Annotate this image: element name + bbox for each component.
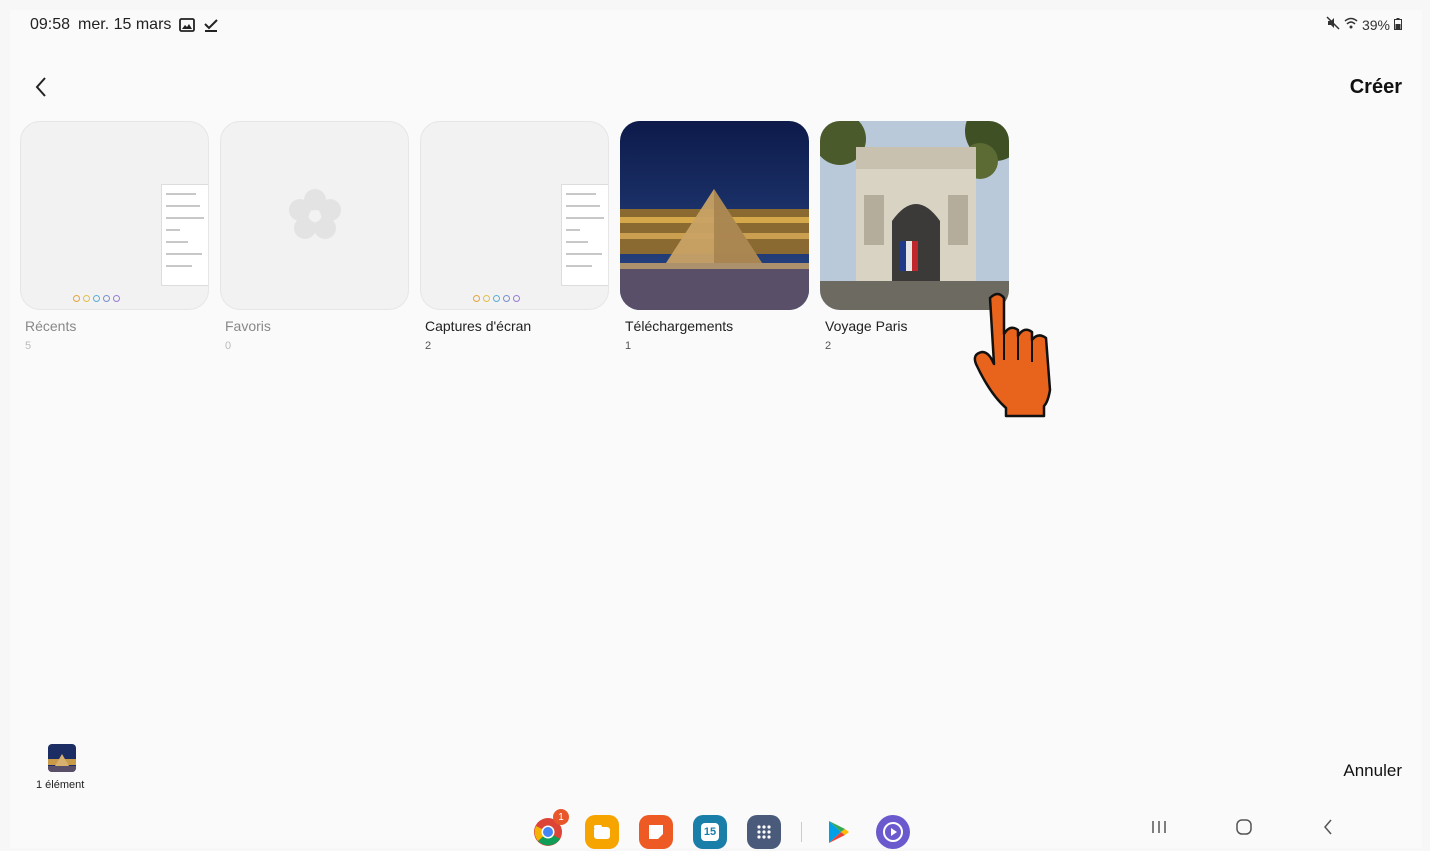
date: mer. 15 mars bbox=[78, 16, 172, 33]
home-icon bbox=[1236, 819, 1252, 835]
album-title: Favoris bbox=[225, 318, 271, 334]
selected-item-thumbnail[interactable] bbox=[48, 744, 76, 772]
notes-app-icon[interactable] bbox=[639, 815, 673, 849]
create-button[interactable]: Créer bbox=[1350, 76, 1402, 99]
back-button[interactable] bbox=[26, 72, 56, 102]
selection-count: 1 élément bbox=[36, 779, 85, 791]
screenshot-preview bbox=[561, 184, 608, 286]
screen: 09:58 mer. 15 mars 39% Créer Récents 5 F… bbox=[10, 10, 1422, 849]
album-thumbnail bbox=[620, 121, 809, 310]
clock: 09:58 bbox=[30, 16, 71, 33]
color-dots bbox=[73, 295, 120, 302]
gallery-notification-icon bbox=[179, 17, 196, 33]
album-title: Récents bbox=[25, 318, 77, 334]
album-thumbnail bbox=[20, 121, 209, 310]
flower-placeholder-icon bbox=[288, 188, 341, 239]
battery-icon bbox=[1394, 17, 1402, 33]
status-bar-left: 09:58 mer. 15 mars bbox=[30, 16, 219, 34]
back-nav-button[interactable] bbox=[1322, 818, 1334, 841]
wifi-icon bbox=[1344, 16, 1358, 33]
album-grid: Récents 5 Favoris 0 Captures d'écran 2 T… bbox=[20, 121, 1009, 352]
calendar-app-icon[interactable]: 15 bbox=[693, 815, 727, 849]
notification-badge: 1 bbox=[553, 809, 569, 825]
mute-icon bbox=[1326, 16, 1340, 33]
album-thumbnail bbox=[820, 121, 1009, 310]
pointing-hand-icon bbox=[968, 290, 1068, 420]
chrome-app-icon[interactable]: 1 bbox=[531, 809, 569, 849]
arc-de-triomphe-image bbox=[820, 121, 1009, 310]
dock-separator bbox=[801, 822, 802, 842]
chevron-left-icon bbox=[1324, 819, 1332, 835]
album-screenshots[interactable]: Captures d'écran 2 bbox=[420, 121, 609, 352]
album-favorites[interactable]: Favoris 0 bbox=[220, 121, 409, 352]
recent-apps-button[interactable] bbox=[1150, 818, 1168, 841]
album-title: Captures d'écran bbox=[425, 318, 532, 334]
play-store-icon[interactable] bbox=[822, 815, 856, 849]
album-count: 2 bbox=[425, 340, 432, 352]
calendar-day: 15 bbox=[701, 823, 719, 841]
download-done-icon bbox=[203, 17, 219, 33]
recents-icon bbox=[1152, 821, 1166, 833]
home-button[interactable] bbox=[1235, 818, 1253, 841]
cancel-button[interactable]: Annuler bbox=[1343, 761, 1402, 781]
album-recents[interactable]: Récents 5 bbox=[20, 121, 209, 352]
app-drawer-icon[interactable] bbox=[747, 815, 781, 849]
album-thumbnail bbox=[220, 121, 409, 310]
video-player-icon[interactable] bbox=[876, 815, 910, 849]
files-app-icon[interactable] bbox=[585, 815, 619, 849]
color-dots bbox=[473, 295, 520, 302]
battery-level: 39% bbox=[1361, 16, 1390, 33]
album-count: 5 bbox=[25, 340, 32, 352]
album-title: Téléchargements bbox=[625, 318, 734, 334]
louvre-pyramid-image bbox=[620, 121, 809, 310]
album-count: 0 bbox=[225, 340, 232, 352]
taskbar-dock: 1 15 bbox=[531, 809, 910, 849]
status-bar-right: 39% bbox=[1326, 16, 1402, 33]
album-thumbnail bbox=[420, 121, 609, 310]
screenshot-preview bbox=[161, 184, 208, 286]
chevron-left-icon bbox=[35, 77, 46, 97]
album-downloads[interactable]: Téléchargements 1 bbox=[620, 121, 809, 352]
album-count: 1 bbox=[625, 340, 632, 352]
